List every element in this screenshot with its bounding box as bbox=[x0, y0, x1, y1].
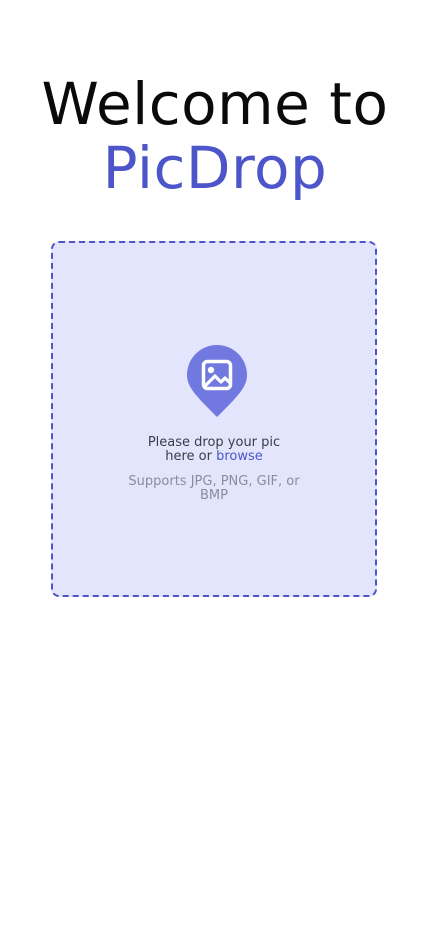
image-pin-icon bbox=[187, 345, 247, 417]
drop-instructions: Please drop your pic here or browse bbox=[53, 436, 375, 464]
title-brand-name: PicDrop bbox=[102, 134, 328, 202]
title-line-welcome: Welcome to bbox=[41, 70, 389, 138]
image-dropzone[interactable]: Please drop your pic here or browse Supp… bbox=[51, 241, 377, 597]
page-title: Welcome to PicDrop bbox=[0, 72, 430, 200]
supported-formats-label: Supports JPG, PNG, GIF, or BMP bbox=[128, 474, 300, 503]
browse-link[interactable]: browse bbox=[216, 449, 263, 464]
supported-formats-text: Supports JPG, PNG, GIF, or BMP bbox=[53, 475, 375, 503]
app-screen: Welcome to PicDrop Please drop your pic … bbox=[0, 0, 430, 932]
